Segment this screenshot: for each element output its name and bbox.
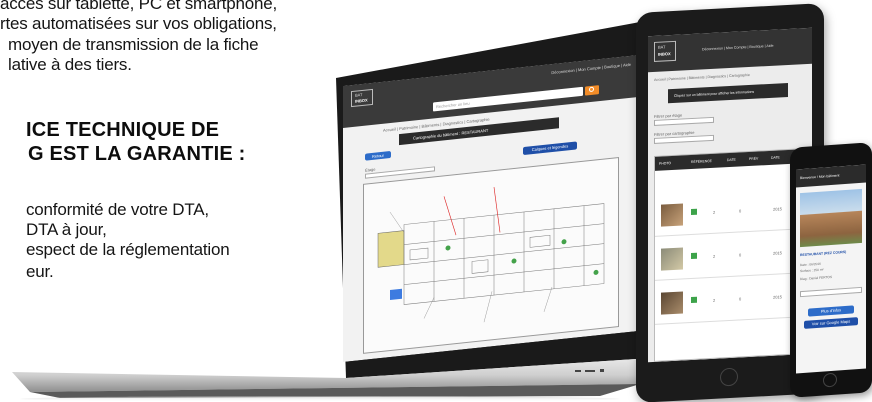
back-button[interactable]: Retour	[365, 151, 391, 161]
laptop-screen: BAT INBOX Déconnexion | Mon Compte | Bou…	[343, 55, 637, 362]
row-green-marker	[691, 296, 697, 304]
building-photo	[800, 188, 862, 248]
header-links[interactable]: Déconnexion | Mon Compte | Boutique | Ai…	[551, 62, 631, 75]
table-row[interactable]: 2 0 2015	[655, 232, 807, 281]
phone-mockup: Bienvenue ! Mon bâtiment RESTAURANT (REZ…	[790, 142, 872, 398]
row-green-marker	[691, 208, 697, 216]
search-input[interactable]: Rechercher un lieu	[436, 101, 470, 110]
phone-select[interactable]	[800, 286, 862, 298]
row-thumbnail	[661, 247, 683, 271]
building-detail: Surface : 250 m²	[800, 267, 824, 274]
table-row[interactable]: 2 0 2015	[655, 188, 807, 237]
search-bar[interactable]: Rechercher un lieu	[433, 87, 583, 112]
building-detail: Date : 06/2016	[800, 261, 821, 268]
tablet-banner: Cliquez sur un bâtiment pour afficher le…	[668, 82, 788, 104]
floor-plan-drawing	[364, 158, 620, 355]
phone-banner: Bienvenue ! Mon bâtiment	[796, 164, 866, 188]
row-thumbnail	[661, 291, 683, 315]
page-title: Cartographie du bâtiment : RESTAURANT	[413, 127, 489, 141]
app-logo[interactable]: BAT INBOX	[351, 89, 373, 107]
table-row[interactable]: 2 0 2015	[655, 276, 807, 325]
phone-screen: Bienvenue ! Mon bâtiment RESTAURANT (REZ…	[796, 164, 866, 374]
more-info-button[interactable]: Plus d'infos	[808, 305, 854, 317]
search-button[interactable]	[585, 85, 599, 95]
layers-button[interactable]: Calques et légendes	[523, 141, 577, 155]
tablet-home-button[interactable]	[720, 367, 738, 387]
tablet-table: PHOTO RÉFÉRENCE DATE PRÉV DATE 2 0 2015 …	[654, 148, 807, 362]
tablet-tabs[interactable]: Accueil | Patrimoine | Bâtiments | Diagn…	[654, 73, 750, 82]
search-icon	[589, 87, 594, 93]
floor-plan[interactable]	[363, 157, 619, 354]
tablet-logo[interactable]: BAT INBOX	[654, 40, 676, 62]
tablet-header: BAT INBOX Déconnexion | Mon Compte | Bou…	[648, 27, 812, 73]
building-detail: Diag : Daniel FERTOS	[800, 274, 832, 282]
table-header: PHOTO RÉFÉRENCE DATE PRÉV DATE	[655, 148, 807, 171]
google-maps-button[interactable]: Voir sur Google Maps	[804, 317, 858, 329]
phone-home-button[interactable]	[823, 372, 837, 388]
tablet-header-links[interactable]: Déconnexion | Mon Compte | Boutique | Ai…	[702, 44, 774, 52]
building-name: RESTAURANT (REZ COURS)	[800, 249, 847, 258]
row-green-marker	[691, 252, 697, 260]
row-thumbnail	[661, 203, 683, 227]
tablet-screen: BAT INBOX Déconnexion | Mon Compte | Bou…	[648, 27, 812, 363]
